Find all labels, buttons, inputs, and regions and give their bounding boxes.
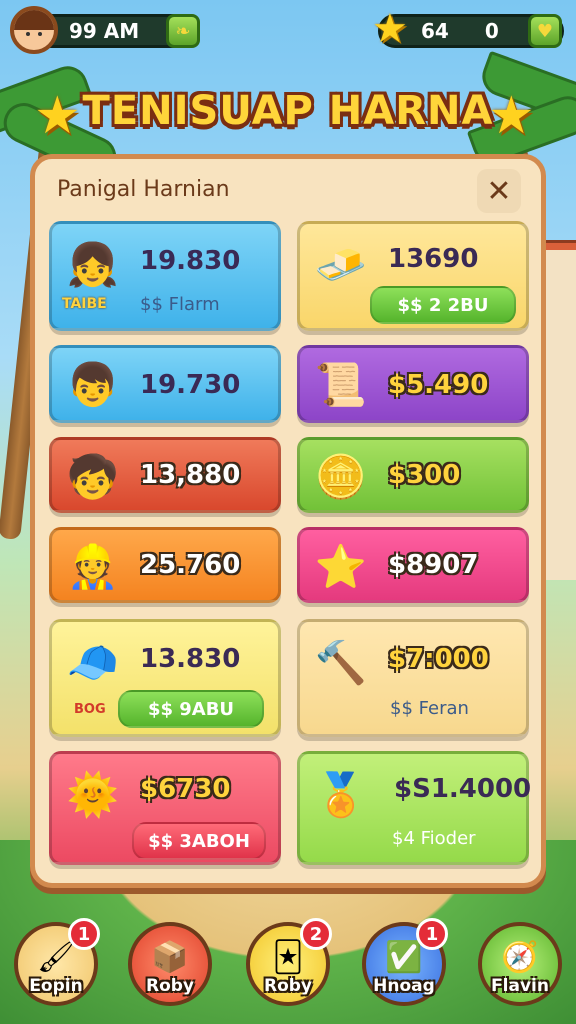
- nav-button-roby-card[interactable]: 🃏 Roby 2: [246, 918, 332, 1006]
- star-icon: ★: [372, 6, 408, 52]
- shop-card[interactable]: 🧢 BOG 13.830 $$ 9ABU: [49, 619, 281, 737]
- nav-button-roby-chest[interactable]: 📦 Roby: [128, 922, 212, 1006]
- nav-label: Hnoag: [373, 976, 435, 996]
- card-sub: $4 Fioder: [392, 828, 476, 849]
- shop-card[interactable]: 🔨 $7:000 $$ Feran: [297, 619, 529, 737]
- card-price: $300: [388, 460, 461, 490]
- gold-star-icon: ⭐: [314, 542, 368, 591]
- card-price: 13.830: [140, 644, 241, 674]
- shop-card[interactable]: 🧒 13,880: [49, 437, 281, 513]
- player-avatar[interactable]: [10, 6, 58, 54]
- nav-label: Roby: [263, 976, 313, 996]
- nav-label: Eopin: [29, 976, 83, 996]
- shop-card[interactable]: 🪙 $300: [297, 437, 529, 513]
- buy-button[interactable]: $$ 2 2BU: [370, 286, 516, 324]
- character-girl-icon: 👧: [66, 240, 120, 289]
- brush-icon: 🖌: [36, 940, 76, 975]
- character-boy-green-cap-icon: 👦: [66, 360, 120, 409]
- shop-panel: Panigal Harnian ✕ 👧 TAIBE 19.830 $$ Flar…: [30, 154, 546, 888]
- shop-card[interactable]: 🧈 13690 $$ 2 2BU: [297, 221, 529, 331]
- nav-label: Roby: [145, 976, 195, 996]
- shop-card[interactable]: 📜 $5.490: [297, 345, 529, 423]
- shop-card[interactable]: 🌞 $6730 $$ 3ABOH: [49, 751, 281, 865]
- card-price: 13,880: [140, 460, 241, 490]
- chest-icon: 📦: [151, 940, 189, 975]
- page-title: TENISUAP HARNA: [82, 88, 494, 134]
- card-price: $5.490: [388, 370, 489, 400]
- notification-badge: 2: [300, 918, 332, 950]
- sun-medal-icon: 🌞: [66, 770, 120, 819]
- check-icon: ✅: [385, 940, 423, 975]
- close-button[interactable]: ✕: [477, 169, 521, 213]
- card-price: $6730: [140, 774, 231, 804]
- card-price: 19.730: [140, 370, 241, 400]
- buy-button[interactable]: $$ 3ABOH: [132, 822, 266, 860]
- notification-badge: 1: [68, 918, 100, 950]
- card-icon: 🃏: [272, 940, 304, 975]
- compass-icon: 🧭: [501, 940, 539, 975]
- shop-card[interactable]: 👦 19.730: [49, 345, 281, 423]
- stars-count: 64: [421, 19, 449, 43]
- shop-card[interactable]: ⭐ $8907: [297, 527, 529, 603]
- gold-coin-icon: 🪙: [314, 452, 368, 501]
- notification-badge: 1: [416, 918, 448, 950]
- heart-icon: ♥: [536, 20, 554, 42]
- nav-button-hnoag[interactable]: ✅ Hnoag 1: [362, 918, 448, 1006]
- blue-scroll-icon: 📜: [314, 360, 368, 409]
- card-price: $8907: [388, 550, 479, 580]
- leaf-icon: ❧: [175, 20, 191, 42]
- card-price: $7:000: [388, 644, 489, 674]
- shop-card[interactable]: 👷 25.760: [49, 527, 281, 603]
- shop-card[interactable]: 🏅 $S1.4000 $4 Fioder: [297, 751, 532, 865]
- gold-bars-icon: 🧈: [314, 240, 368, 289]
- panel-title: Panigal Harnian: [57, 177, 230, 202]
- character-boy-red-cap-icon: 🧢: [66, 638, 120, 687]
- coins-count: 0: [484, 19, 499, 43]
- character-boy-brown-cap-icon: 🧒: [66, 452, 120, 501]
- card-price: 19.830: [140, 246, 241, 276]
- time-text: 99 AM: [69, 19, 140, 43]
- top-bar: 99 AM ❧ 64 0 ★ ♥: [0, 0, 576, 62]
- hammer-icon: 🔨: [314, 638, 368, 687]
- title-star-left-icon: ★: [34, 86, 81, 146]
- card-price: 13690: [388, 244, 479, 274]
- character-boy-yellow-cap-icon: 👷: [66, 542, 120, 591]
- card-sub: $$ Flarm: [140, 294, 220, 315]
- coin-medal-icon: 🏅: [314, 770, 368, 819]
- add-currency-button[interactable]: ♥: [528, 14, 562, 48]
- nav-label: Flavin: [491, 976, 549, 996]
- add-time-button[interactable]: ❧: [166, 14, 200, 48]
- shop-card[interactable]: 👧 TAIBE 19.830 $$ Flarm: [49, 221, 281, 331]
- card-sub: $$ Feran: [390, 698, 469, 719]
- buy-button[interactable]: $$ 9ABU: [118, 690, 264, 728]
- card-price: $S1.4000: [394, 774, 532, 804]
- card-tag: TAIBE: [62, 296, 107, 312]
- close-icon: ✕: [486, 173, 512, 209]
- title-star-right-icon: ★: [488, 86, 535, 146]
- nav-button-flavin[interactable]: 🧭 Flavin: [478, 922, 562, 1006]
- nav-button-eopin[interactable]: 🖌 Eopin 1: [14, 918, 100, 1006]
- card-tag: BOG: [74, 702, 106, 717]
- card-price: 25.760: [140, 550, 241, 580]
